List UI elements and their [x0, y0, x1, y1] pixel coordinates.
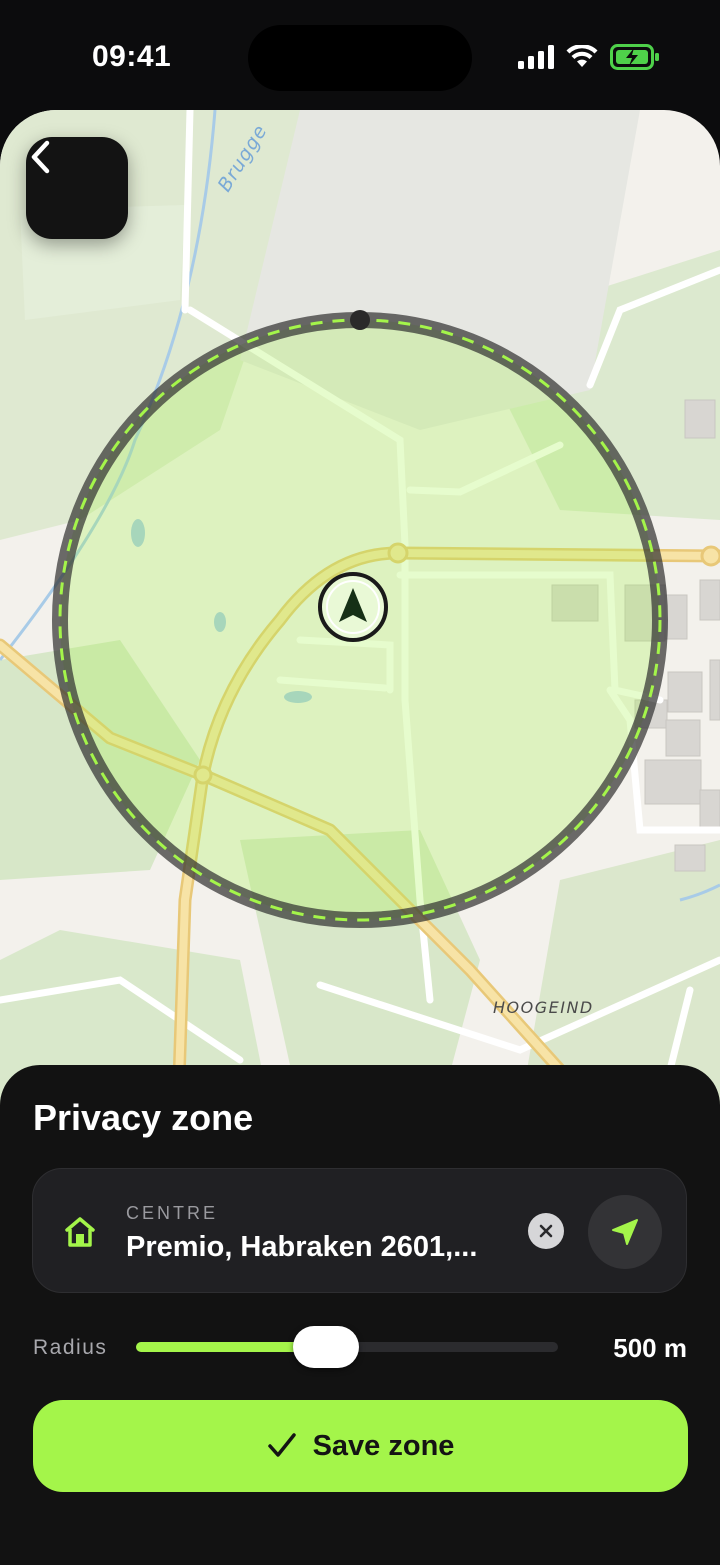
privacy-zone-sheet: Privacy zone CENTRE Premio, Habraken 260… — [0, 1065, 720, 1565]
centre-marker[interactable] — [318, 572, 388, 642]
save-zone-label: Save zone — [312, 1429, 455, 1462]
centre-label: CENTRE — [126, 1203, 219, 1223]
zone-resize-handle[interactable] — [350, 310, 370, 330]
sheet-title: Privacy zone — [33, 1097, 254, 1138]
checkmark-icon — [267, 1433, 296, 1457]
centre-address: Premio, Habraken 2601,... — [126, 1231, 478, 1263]
radius-value: 500 m — [613, 1333, 687, 1363]
map-canvas: Brugge HOOGEIND — [0, 110, 720, 1110]
clear-icon — [539, 1224, 553, 1238]
status-bar: 09:41 — [0, 0, 720, 110]
signal-icon — [518, 45, 554, 69]
status-icons — [518, 44, 660, 70]
centre-location-card[interactable]: CENTRE Premio, Habraken 2601,... — [32, 1168, 687, 1293]
chevron-left-icon — [31, 140, 50, 174]
map-label-place: HOOGEIND — [493, 998, 594, 1017]
clear-centre-button[interactable] — [528, 1213, 564, 1249]
battery-charging-icon — [610, 44, 659, 70]
status-time: 09:41 — [92, 40, 172, 73]
home-icon — [65, 1217, 95, 1247]
map-view[interactable]: Brugge HOOGEIND — [0, 110, 720, 1110]
location-arrow-icon — [612, 1219, 638, 1245]
use-current-location-button[interactable] — [588, 1195, 662, 1269]
wifi-icon — [566, 45, 598, 67]
dynamic-island — [248, 25, 472, 91]
radius-label: Radius — [33, 1336, 108, 1359]
radius-slider-thumb[interactable] — [292, 1326, 359, 1368]
save-zone-button[interactable]: Save zone — [33, 1400, 688, 1492]
back-button[interactable] — [26, 137, 128, 239]
radius-slider[interactable] — [136, 1326, 558, 1368]
